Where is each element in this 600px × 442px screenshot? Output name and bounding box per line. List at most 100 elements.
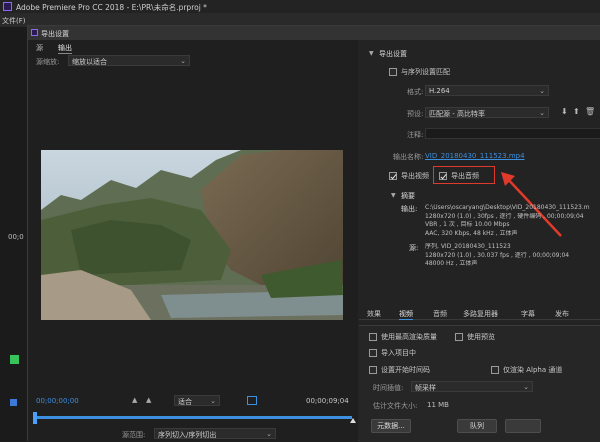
source-scale-value: 缩放以适合 [72, 58, 107, 66]
chevron-down-icon: ⌄ [180, 57, 186, 65]
tab-captions[interactable]: 字幕 [521, 309, 535, 319]
use-previews-label: 使用预览 [467, 333, 495, 341]
crop-icon[interactable] [247, 396, 257, 405]
format-label: 格式: [407, 88, 424, 96]
dialog-title-bar: 导出设置 [28, 26, 600, 40]
source-scale-label: 源缩放: [36, 58, 60, 66]
save-preset-icon[interactable]: ⬇ [561, 107, 568, 116]
chevron-down-icon: ⌄ [539, 109, 545, 117]
tab-audio[interactable]: 音频 [433, 309, 447, 319]
video-preview-frame [41, 150, 343, 320]
background-timecode: 00;0 [8, 233, 24, 241]
metadata-button[interactable]: 元数据... [371, 419, 411, 433]
source-line: 48000 Hz , 立体声 [425, 260, 478, 267]
output-line: 1280x720 (1.0) , 30fps , 逐行 , 硬件编码 , 00;… [425, 212, 584, 220]
start-timecode-label: 设置开始时间码 [381, 366, 430, 374]
match-sequence-label: 与序列设置匹配 [401, 68, 450, 76]
export-settings-heading: 导出设置 [379, 50, 407, 58]
output-summary-label: 输出: [401, 205, 418, 213]
chevron-down-icon: ⌄ [523, 383, 529, 391]
max-render-quality-checkbox[interactable]: 使用最高渲染质量 [369, 332, 437, 342]
render-alpha-checkbox[interactable]: 仅渲染 Alpha 通道 [491, 365, 562, 375]
source-scale-select[interactable]: 缩放以适合 ⌄ [68, 55, 190, 66]
timeline-track [34, 416, 352, 419]
timecode-end: 00;00;09;04 [306, 397, 349, 405]
source-line: 1280x720 (1.0) , 30.037 fps , 逐行 , 00;00… [425, 251, 570, 259]
start-timecode-box[interactable] [369, 366, 377, 374]
summary-collapse-icon[interactable]: ▼ [391, 192, 396, 199]
chevron-down-icon: ⌄ [266, 430, 272, 438]
preset-select[interactable]: 匹配源 - 高比特率 ⌄ [425, 107, 549, 118]
fit-select[interactable]: 适合 ⌄ [174, 395, 220, 406]
output-summary: C:\Users\oscaryang\Desktop\VID_20180430_… [425, 204, 590, 238]
range-out-handle-icon[interactable] [350, 418, 356, 423]
fit-value: 适合 [178, 398, 192, 406]
dialog-title: 导出设置 [41, 30, 69, 38]
output-line: C:\Users\oscaryang\Desktop\VID_20180430_… [425, 204, 590, 211]
export-settings-dialog: 导出设置 源 输出 源缩放: 缩放以适合 ⌄ 00;00;00;00 ▲ ▲ 适… [27, 25, 600, 442]
source-line: 序列, VID_20180430_111523 [425, 243, 511, 250]
source-summary-label: 源: [409, 244, 419, 252]
mark-out-icon[interactable]: ▲ [146, 396, 151, 404]
summary-heading: 摘要 [401, 192, 415, 200]
chevron-down-icon: ⌄ [210, 397, 216, 405]
preview-pane: 源 输出 源缩放: 缩放以适合 ⌄ 00;00;00;00 ▲ ▲ 适合 ⌄ 0… [28, 40, 358, 442]
tab-effects[interactable]: 效果 [367, 309, 381, 319]
max-render-quality-label: 使用最高渲染质量 [381, 333, 437, 341]
app-title: Adobe Premiere Pro CC 2018 - E:\PR\未命名.p… [16, 3, 207, 12]
tab-source[interactable]: 源 [36, 43, 43, 53]
landscape-preview-image [41, 150, 343, 320]
timecode-start[interactable]: 00;00;00;00 [36, 397, 79, 405]
mark-in-icon[interactable]: ▲ [132, 396, 137, 404]
export-button[interactable] [505, 419, 541, 433]
dialog-app-icon [31, 29, 38, 36]
format-select[interactable]: H.264 ⌄ [425, 85, 549, 96]
import-project-box[interactable] [369, 349, 377, 357]
export-audio-box[interactable] [439, 172, 447, 180]
render-alpha-box[interactable] [491, 366, 499, 374]
export-video-checkbox[interactable]: 导出视频 [389, 171, 429, 181]
preset-label: 预设: [407, 110, 424, 118]
file-size-value: 11 MB [427, 401, 449, 409]
playhead-icon[interactable] [33, 412, 37, 424]
settings-pane: ▼ 导出设置 与序列设置匹配 格式: H.264 ⌄ 预设: 匹配源 - 高比特… [359, 40, 600, 442]
queue-button[interactable]: 队列 [457, 419, 497, 433]
delete-preset-icon[interactable]: 🗑 [585, 107, 595, 116]
background-blue-swatch [10, 399, 17, 406]
file-size-label: 估计文件大小: [373, 402, 418, 410]
output-name-link[interactable]: VID_20180430_111523.mp4 [425, 152, 525, 160]
export-video-box[interactable] [389, 172, 397, 180]
background-app-panel: 00;0 [0, 27, 27, 441]
tab-multiplexer[interactable]: 多路复用器 [463, 309, 498, 319]
output-name-label: 输出名称: [393, 153, 424, 161]
use-previews-checkbox[interactable]: 使用预览 [455, 332, 495, 342]
premiere-logo-icon [3, 2, 12, 11]
render-alpha-label: 仅渲染 Alpha 通道 [503, 366, 563, 374]
import-project-label: 导入项目中 [381, 349, 416, 357]
export-audio-checkbox[interactable]: 导出音频 [439, 171, 479, 181]
use-previews-box[interactable] [455, 333, 463, 341]
match-sequence-checkbox[interactable]: 与序列设置匹配 [389, 67, 450, 77]
source-range-select[interactable]: 序列切入/序列切出 ⌄ [154, 428, 276, 439]
section-collapse-icon[interactable]: ▼ [369, 50, 374, 57]
tab-output[interactable]: 输出 [58, 43, 72, 54]
source-summary: 序列, VID_20180430_111523 1280x720 (1.0) ,… [425, 243, 590, 269]
start-timecode-checkbox[interactable]: 设置开始时间码 [369, 365, 430, 375]
preset-value: 匹配源 - 高比特率 [429, 110, 485, 118]
timeline-scrubber[interactable] [33, 412, 356, 424]
interpolation-label: 时间插值: [373, 384, 404, 392]
import-preset-icon[interactable]: ⬆ [573, 107, 580, 116]
match-sequence-box[interactable] [389, 68, 397, 76]
import-project-checkbox[interactable]: 导入项目中 [369, 348, 416, 358]
background-green-swatch [10, 355, 19, 364]
chevron-down-icon: ⌄ [539, 87, 545, 95]
comments-input[interactable] [425, 128, 600, 139]
tab-video[interactable]: 视频 [399, 309, 413, 320]
interpolation-select[interactable]: 帧采样 ⌄ [411, 381, 533, 392]
output-line: AAC, 320 Kbps, 48 kHz , 立体声 [425, 229, 518, 237]
tab-publish[interactable]: 发布 [555, 309, 569, 319]
max-render-quality-box[interactable] [369, 333, 377, 341]
comments-label: 注释: [407, 131, 424, 139]
menu-file[interactable]: 文件(F) [2, 16, 26, 26]
interpolation-value: 帧采样 [415, 384, 436, 392]
